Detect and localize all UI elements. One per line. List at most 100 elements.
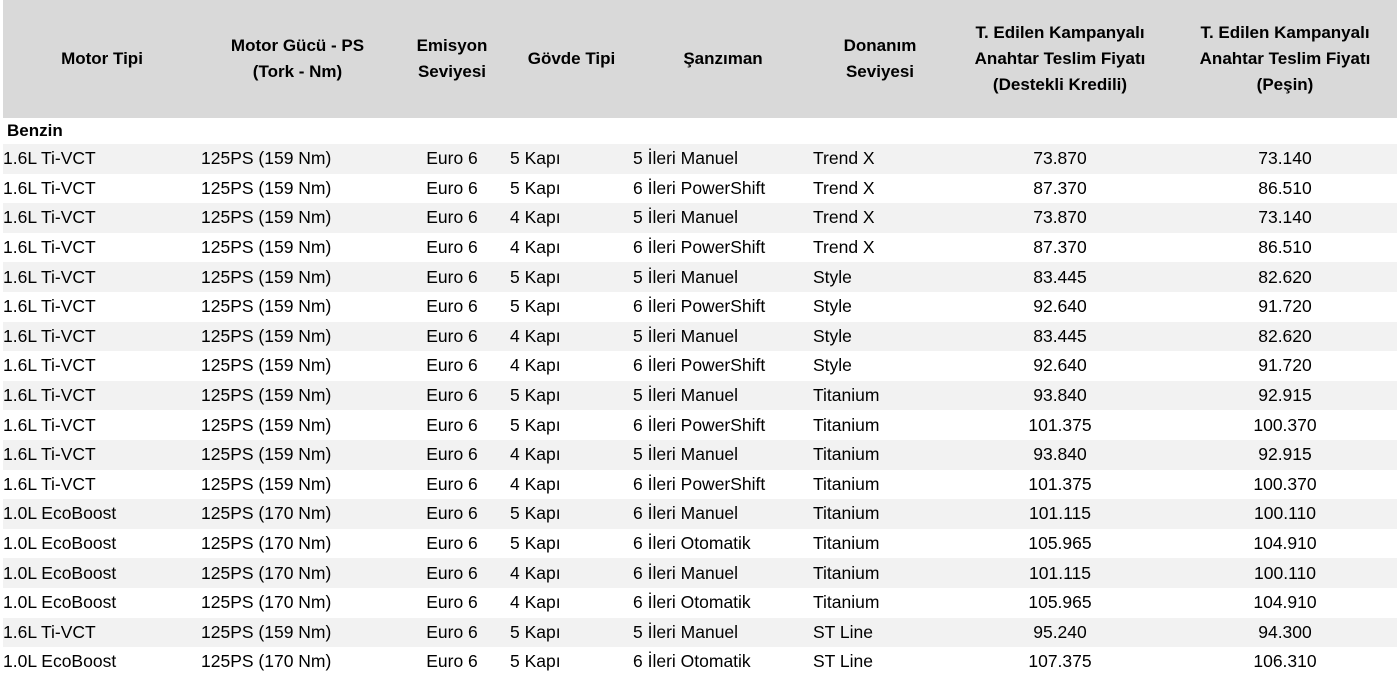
cell-emisyon: Euro 6 bbox=[394, 380, 510, 411]
cell-sanziman: 5 İleri Manuel bbox=[633, 321, 813, 352]
cell-emisyon: Euro 6 bbox=[394, 499, 510, 529]
cell-govde: 4 Kapı bbox=[510, 321, 633, 352]
cell-emisyon: Euro 6 bbox=[394, 144, 510, 174]
cell-motor: 1.6L Ti-VCT bbox=[3, 262, 201, 292]
cell-sanziman: 6 İleri PowerShift bbox=[633, 469, 813, 500]
cell-donanim: Style bbox=[813, 321, 947, 352]
table-row: 1.0L EcoBoost 125PS (170 Nm) Euro 65 Kapı 6… bbox=[3, 647, 1397, 677]
cell-govde: 4 Kapı bbox=[510, 587, 633, 618]
header-donanim: Donanım Seviyesi bbox=[813, 0, 947, 118]
cell-govde: 5 Kapı bbox=[510, 380, 633, 411]
price-list-page: Motor Tipi Motor Gücü - PS (Tork - Nm) Em… bbox=[0, 0, 1400, 686]
cell-guc: 125PS (159 Nm) bbox=[201, 410, 394, 440]
cell-fiyat-pesin: 82.620 bbox=[1173, 262, 1397, 292]
cell-emisyon: Euro 6 bbox=[394, 351, 510, 381]
cell-sanziman: 6 İleri PowerShift bbox=[633, 173, 813, 204]
cell-sanziman: 6 İleri PowerShift bbox=[633, 410, 813, 440]
cell-guc: 125PS (170 Nm) bbox=[201, 558, 394, 588]
cell-fiyat-pesin: 73.140 bbox=[1173, 144, 1397, 174]
cell-donanim: Style bbox=[813, 262, 947, 292]
table-row: 1.6L Ti-VCT 125PS (159 Nm) Euro 65 Kapı 6 İ… bbox=[3, 410, 1397, 440]
cell-govde: 5 Kapı bbox=[510, 528, 633, 559]
header-emisyon: Emisyon Seviyesi bbox=[394, 0, 510, 118]
table-row: 1.6L Ti-VCT 125PS (159 Nm) Euro 65 Kapı 5 İ… bbox=[3, 144, 1397, 174]
cell-fiyat-kredi: 101.375 bbox=[947, 469, 1173, 500]
cell-donanim: Titanium bbox=[813, 469, 947, 500]
cell-donanim: Titanium bbox=[813, 528, 947, 559]
cell-motor: 1.6L Ti-VCT bbox=[3, 410, 201, 440]
cell-sanziman: 5 İleri Manuel bbox=[633, 262, 813, 292]
cell-emisyon: Euro 6 bbox=[394, 203, 510, 233]
table-row: 1.6L Ti-VCT 125PS (159 Nm) Euro 65 Kapı 5 İ… bbox=[3, 380, 1397, 411]
cell-sanziman: 6 İleri PowerShift bbox=[633, 232, 813, 263]
cell-emisyon: Euro 6 bbox=[394, 291, 510, 322]
cell-donanim: Titanium bbox=[813, 587, 947, 618]
section-row: Benzin bbox=[3, 118, 1397, 144]
cell-guc: 125PS (159 Nm) bbox=[201, 351, 394, 381]
cell-fiyat-pesin: 82.620 bbox=[1173, 321, 1397, 352]
cell-motor: 1.6L Ti-VCT bbox=[3, 439, 201, 470]
cell-motor: 1.6L Ti-VCT bbox=[3, 144, 201, 174]
cell-sanziman: 6 İleri Manuel bbox=[633, 558, 813, 588]
header-motor: Motor Tipi bbox=[3, 0, 201, 118]
cell-donanim: Titanium bbox=[813, 558, 947, 588]
cell-donanim: Titanium bbox=[813, 380, 947, 411]
table-row: 1.6L Ti-VCT 125PS (159 Nm) Euro 64 Kapı 5 İ… bbox=[3, 203, 1397, 233]
cell-guc: 125PS (159 Nm) bbox=[201, 291, 394, 322]
cell-donanim: ST Line bbox=[813, 647, 947, 677]
cell-emisyon: Euro 6 bbox=[394, 647, 510, 677]
cell-fiyat-pesin: 104.910 bbox=[1173, 528, 1397, 559]
cell-fiyat-kredi: 101.115 bbox=[947, 499, 1173, 529]
cell-sanziman: 5 İleri Manuel bbox=[633, 617, 813, 648]
cell-motor: 1.6L Ti-VCT bbox=[3, 232, 201, 263]
cell-fiyat-kredi: 92.640 bbox=[947, 291, 1173, 322]
cell-govde: 4 Kapı bbox=[510, 232, 633, 263]
cell-guc: 125PS (159 Nm) bbox=[201, 262, 394, 292]
table-row: 1.6L Ti-VCT 125PS (159 Nm) Euro 64 Kapı 5 İ… bbox=[3, 321, 1397, 352]
cell-guc: 125PS (159 Nm) bbox=[201, 617, 394, 648]
cell-fiyat-pesin: 92.915 bbox=[1173, 380, 1397, 411]
table-row: 1.0L EcoBoost 125PS (170 Nm) Euro 65 Kapı 6… bbox=[3, 499, 1397, 529]
cell-motor: 1.0L EcoBoost bbox=[3, 499, 201, 529]
cell-sanziman: 6 İleri Manuel bbox=[633, 499, 813, 529]
cell-guc: 125PS (170 Nm) bbox=[201, 499, 394, 529]
cell-fiyat-pesin: 100.370 bbox=[1173, 410, 1397, 440]
header-guc: Motor Gücü - PS (Tork - Nm) bbox=[201, 0, 394, 118]
cell-donanim: Trend X bbox=[813, 232, 947, 263]
cell-govde: 5 Kapı bbox=[510, 173, 633, 204]
cell-fiyat-pesin: 92.915 bbox=[1173, 439, 1397, 470]
table-header: Motor Tipi Motor Gücü - PS (Tork - Nm) Em… bbox=[3, 0, 1397, 118]
cell-govde: 5 Kapı bbox=[510, 647, 633, 677]
cell-sanziman: 6 İleri PowerShift bbox=[633, 291, 813, 322]
cell-fiyat-kredi: 93.840 bbox=[947, 380, 1173, 411]
cell-guc: 125PS (159 Nm) bbox=[201, 203, 394, 233]
cell-sanziman: 5 İleri Manuel bbox=[633, 439, 813, 470]
cell-fiyat-kredi: 105.965 bbox=[947, 528, 1173, 559]
cell-guc: 125PS (159 Nm) bbox=[201, 439, 394, 470]
cell-motor: 1.6L Ti-VCT bbox=[3, 351, 201, 381]
cell-fiyat-kredi: 93.840 bbox=[947, 439, 1173, 470]
price-table: Motor Tipi Motor Gücü - PS (Tork - Nm) Em… bbox=[3, 0, 1397, 677]
cell-donanim: Style bbox=[813, 351, 947, 381]
cell-sanziman: 5 İleri Manuel bbox=[633, 144, 813, 174]
cell-sanziman: 6 İleri Otomatik bbox=[633, 528, 813, 559]
cell-guc: 125PS (159 Nm) bbox=[201, 321, 394, 352]
cell-fiyat-kredi: 83.445 bbox=[947, 321, 1173, 352]
cell-motor: 1.0L EcoBoost bbox=[3, 558, 201, 588]
cell-donanim: Trend X bbox=[813, 173, 947, 204]
cell-motor: 1.0L EcoBoost bbox=[3, 647, 201, 677]
cell-guc: 125PS (170 Nm) bbox=[201, 647, 394, 677]
table-row: 1.6L Ti-VCT 125PS (159 Nm) Euro 65 Kapı 5 İ… bbox=[3, 617, 1397, 648]
cell-emisyon: Euro 6 bbox=[394, 617, 510, 648]
cell-govde: 5 Kapı bbox=[510, 144, 633, 174]
cell-govde: 4 Kapı bbox=[510, 439, 633, 470]
section-label: Benzin bbox=[3, 118, 1397, 144]
cell-guc: 125PS (159 Nm) bbox=[201, 232, 394, 263]
cell-fiyat-kredi: 73.870 bbox=[947, 203, 1173, 233]
cell-fiyat-kredi: 92.640 bbox=[947, 351, 1173, 381]
table-row: 1.6L Ti-VCT 125PS (159 Nm) Euro 65 Kapı 6 İ… bbox=[3, 291, 1397, 322]
table-row: 1.6L Ti-VCT 125PS (159 Nm) Euro 64 Kapı 6 İ… bbox=[3, 469, 1397, 500]
cell-fiyat-pesin: 100.110 bbox=[1173, 499, 1397, 529]
cell-emisyon: Euro 6 bbox=[394, 439, 510, 470]
cell-fiyat-pesin: 86.510 bbox=[1173, 173, 1397, 204]
